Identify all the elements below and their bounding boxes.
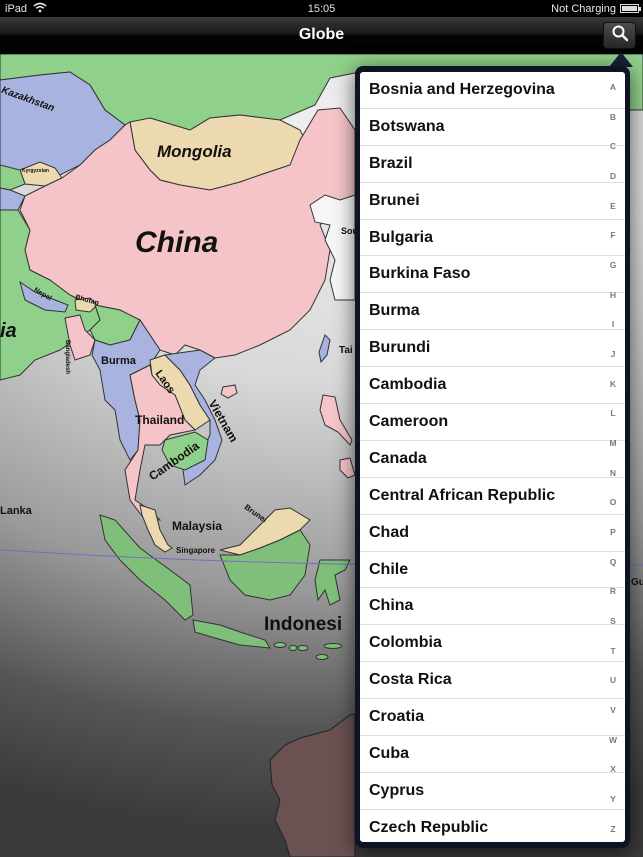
index-letter[interactable]: G xyxy=(610,260,617,270)
country-list[interactable]: Bosnia and Herzegovina Botswana Brazil Brun… xyxy=(360,72,625,842)
country-list-item[interactable]: Chile xyxy=(360,552,625,589)
label-indonesia: Indonesi xyxy=(264,614,343,635)
index-letter[interactable]: L xyxy=(610,408,615,418)
country-list-item[interactable]: Burkina Faso xyxy=(360,256,625,294)
region-island xyxy=(288,645,298,651)
region-island xyxy=(323,643,343,649)
index-letter[interactable]: S xyxy=(610,616,616,626)
label-guam: Gu xyxy=(631,577,643,588)
index-letter[interactable]: W xyxy=(609,735,617,745)
region-sulawesi xyxy=(314,559,351,606)
index-letter[interactable]: F xyxy=(610,230,615,240)
region-hainan xyxy=(220,384,238,399)
index-letter[interactable]: C xyxy=(610,141,616,151)
index-letter[interactable]: R xyxy=(610,586,616,596)
index-letter[interactable]: I xyxy=(612,319,614,329)
label-bangladesh: Bangladesh xyxy=(64,339,71,375)
wifi-icon xyxy=(33,2,47,16)
status-bar: iPad 15:05 Not Charging xyxy=(0,0,643,17)
index-letter[interactable]: H xyxy=(610,290,616,300)
label-china: China xyxy=(135,226,219,259)
label-mongolia: Mongolia xyxy=(157,142,232,161)
battery-icon xyxy=(620,4,641,13)
index-letter[interactable]: A xyxy=(610,82,616,92)
country-list-item[interactable]: Colombia xyxy=(360,625,625,663)
label-burma: Burma xyxy=(101,355,136,367)
region-island xyxy=(315,654,329,660)
country-list-item[interactable]: Botswana xyxy=(360,109,625,146)
country-list-item[interactable]: Brunei xyxy=(360,183,625,220)
label-india: ia xyxy=(0,320,17,342)
index-letter[interactable]: M xyxy=(609,438,616,448)
region-island xyxy=(297,645,309,651)
device-name: iPad xyxy=(5,2,28,15)
page-title: Globe xyxy=(298,26,345,43)
region-java xyxy=(192,619,271,649)
label-sri-lanka: Lanka xyxy=(0,505,32,517)
index-letter[interactable]: K xyxy=(610,379,616,389)
region-philippines xyxy=(319,394,353,446)
popover-arrow xyxy=(609,52,633,67)
country-list-item[interactable]: Cuba xyxy=(360,736,625,773)
region-island xyxy=(273,642,287,648)
country-list-item[interactable]: Canada xyxy=(360,441,625,478)
index-letter[interactable]: B xyxy=(610,112,616,122)
label-kyrgyzstan: Kyrgyzstan xyxy=(22,168,49,174)
region-philippines-south xyxy=(339,457,356,479)
label-singapore: Singapore xyxy=(176,546,216,555)
navigation-bar: Globe xyxy=(0,17,643,53)
region-taiwan xyxy=(318,334,331,364)
status-time: 15:05 xyxy=(307,2,336,15)
country-list-item[interactable]: Bulgaria xyxy=(360,220,625,257)
country-list-item[interactable]: Burundi xyxy=(360,330,625,368)
country-list-item[interactable]: Central African Republic xyxy=(360,478,625,515)
country-list-item[interactable]: Cambodia xyxy=(360,367,625,405)
label-taiwan: Tai xyxy=(339,345,353,356)
country-list-item[interactable]: China xyxy=(360,588,625,626)
label-malaysia: Malaysia xyxy=(172,519,223,533)
section-index[interactable]: A B C D E F G H I J K L M N O P Q R S T U V W X Y Z xyxy=(601,82,625,834)
index-letter[interactable]: V xyxy=(610,705,616,715)
country-list-item[interactable]: Bosnia and Herzegovina xyxy=(360,72,625,109)
search-button[interactable] xyxy=(603,22,636,49)
index-letter[interactable]: T xyxy=(610,646,615,656)
index-letter[interactable]: D xyxy=(610,171,616,181)
country-list-item[interactable]: Cyprus xyxy=(360,773,625,810)
country-list-item[interactable]: Czech Republic xyxy=(360,810,625,842)
index-letter[interactable]: J xyxy=(611,349,616,359)
index-letter[interactable]: X xyxy=(610,764,616,774)
region-australia xyxy=(269,713,356,857)
country-list-item[interactable]: Burma xyxy=(360,293,625,331)
region-malaysia-peninsula xyxy=(139,504,173,553)
index-letter[interactable]: E xyxy=(610,201,616,211)
country-list-item[interactable]: Chad xyxy=(360,515,625,552)
charging-status: Not Charging xyxy=(551,2,616,15)
country-list-item[interactable]: Brazil xyxy=(360,146,625,183)
index-letter[interactable]: O xyxy=(610,497,617,507)
country-search-popover: Bosnia and Herzegovina Botswana Brazil Brun… xyxy=(355,66,630,848)
search-icon xyxy=(611,24,629,47)
country-list-item[interactable]: Costa Rica xyxy=(360,662,625,700)
index-letter[interactable]: N xyxy=(610,468,616,478)
index-letter[interactable]: Q xyxy=(610,557,617,567)
index-letter[interactable]: U xyxy=(610,675,616,685)
country-list-item[interactable]: Croatia xyxy=(360,699,625,737)
index-letter[interactable]: P xyxy=(610,527,616,537)
index-letter[interactable]: Y xyxy=(610,794,616,804)
country-list-item[interactable]: Cameroon xyxy=(360,404,625,441)
label-thailand: Thailand xyxy=(135,413,185,427)
index-letter[interactable]: Z xyxy=(610,824,615,834)
